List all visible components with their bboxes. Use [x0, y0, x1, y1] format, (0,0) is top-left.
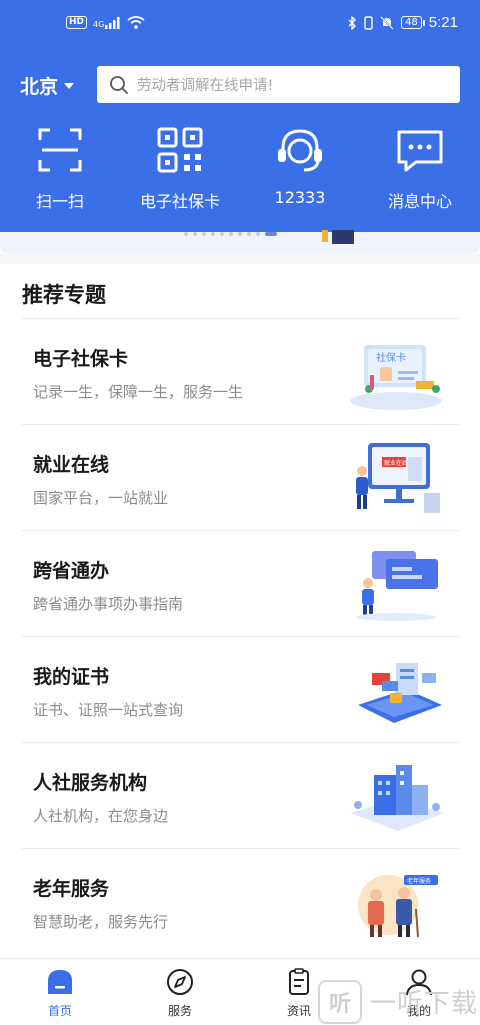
signal-label: 4G: [93, 19, 105, 29]
topic-employment[interactable]: 就业在线 国家平台，一站就业 就业在线: [22, 425, 462, 531]
tab-services[interactable]: 服务: [140, 967, 220, 1019]
topic-title: 电子社保卡: [33, 348, 129, 370]
search-placeholder: 劳动者调解在线申请!: [137, 78, 274, 94]
news-icon: [289, 968, 309, 995]
section-divider: [0, 254, 480, 264]
carousel-dot: [211, 232, 215, 236]
topic-desc: 跨省通办事项办事指南: [33, 595, 184, 613]
carousel-dot: [247, 232, 251, 236]
quick-nav-hotline[interactable]: 12333: [240, 124, 360, 207]
city-label: 北京: [20, 76, 59, 98]
quick-nav-label: 消息中心: [387, 192, 452, 211]
social-card-illustration: 社保卡: [350, 345, 442, 410]
service-agencies-illustration: [350, 765, 444, 831]
tab-label: 首页: [47, 1004, 72, 1018]
banner-illustration: [322, 230, 354, 244]
header: HD 4G 48 5:21 北京 劳动者调解在线申请! 扫一扫 电子社保卡 12…: [0, 0, 480, 232]
message-icon: [397, 130, 443, 172]
topic-title: 人社服务机构: [33, 772, 148, 794]
compass-icon: [167, 969, 193, 995]
carousel-dot: [184, 232, 188, 236]
topic-desc: 国家平台，一站就业: [33, 489, 169, 507]
city-selector[interactable]: 北京: [20, 72, 75, 99]
tab-home[interactable]: 首页: [20, 967, 100, 1019]
elderly-services-illustration: 老年服务: [358, 875, 438, 938]
carousel-dot: [256, 232, 260, 236]
quick-nav-label: 电子社保卡: [139, 192, 220, 211]
employment-illustration: 就业在线: [356, 443, 440, 513]
quick-nav-label: 扫一扫: [35, 192, 84, 211]
scan-icon: [38, 128, 82, 172]
status-bar: HD 4G 48 5:21: [0, 12, 480, 42]
social-card-image-text: 社保卡: [376, 351, 406, 364]
topic-service-agencies[interactable]: 人社服务机构 人社机构，在您身边: [22, 743, 462, 849]
signal-icon: 4G: [93, 16, 121, 29]
topic-desc: 证书、证照一站式查询: [33, 701, 184, 719]
watermark-text: 一听下载: [370, 989, 479, 1019]
topic-title: 我的证书: [33, 666, 110, 688]
signal-bars-icon: [105, 16, 120, 29]
topic-desc: 记录一生，保障一生，服务一生: [33, 383, 244, 401]
carousel-dot: [193, 232, 197, 236]
home-icon: [48, 970, 72, 994]
topic-desc: 人社机构，在您身边: [33, 807, 169, 825]
status-right: 48 5:21: [347, 14, 458, 31]
qr-code-icon: [157, 127, 203, 173]
section-title: 推荐专题: [22, 283, 106, 307]
topic-title: 老年服务: [33, 878, 110, 900]
status-time: 5:21: [428, 14, 458, 31]
tab-label: 服务: [167, 1004, 192, 1018]
carousel-dots: [184, 232, 277, 236]
watermark-logo: 听: [318, 979, 362, 1024]
carousel-dot: [238, 232, 242, 236]
bluetooth-icon: [348, 15, 357, 30]
chevron-down-icon: [64, 82, 75, 89]
battery-indicator: 48: [401, 16, 425, 29]
status-left: HD 4G: [66, 16, 145, 29]
quick-nav-label: 12333: [274, 188, 326, 207]
carousel-dot: [220, 232, 224, 236]
cross-province-illustration: [356, 551, 438, 621]
quick-nav: 扫一扫 电子社保卡 12333 消息中心: [0, 124, 480, 216]
mute-bell-icon: [380, 15, 394, 30]
topic-desc: 智慧助老，服务先行: [33, 913, 169, 931]
search-input[interactable]: 劳动者调解在线申请!: [97, 66, 460, 103]
carousel-dot: [202, 232, 206, 236]
wifi-icon: [127, 16, 145, 29]
headset-icon: [278, 129, 322, 172]
banner-carousel[interactable]: [0, 230, 480, 254]
quick-nav-social-card[interactable]: 电子社保卡: [120, 124, 240, 212]
quick-nav-scan[interactable]: 扫一扫: [0, 124, 120, 212]
search-icon: [110, 75, 128, 94]
carousel-dot-active: [265, 232, 277, 236]
topic-elderly-services[interactable]: 老年服务 智慧助老，服务先行 老年服务: [22, 849, 462, 955]
quick-nav-messages[interactable]: 消息中心: [360, 124, 480, 212]
employment-image-text: 就业在线: [384, 459, 408, 467]
topic-certificates[interactable]: 我的证书 证书、证照一站式查询: [22, 637, 462, 743]
watermark: 听 一听下载: [318, 978, 480, 1025]
topic-title: 跨省通办: [33, 560, 110, 582]
topic-social-card[interactable]: 电子社保卡 记录一生，保障一生，服务一生 社保卡: [22, 319, 462, 425]
carousel-dot: [229, 232, 233, 236]
hd-badge: HD: [66, 16, 88, 29]
certificates-illustration: [358, 663, 442, 723]
topic-cross-province[interactable]: 跨省通办 跨省通办事项办事指南: [22, 531, 462, 637]
vibrate-icon: [364, 15, 373, 30]
topic-title: 就业在线: [33, 454, 110, 476]
elderly-image-text: 老年服务: [407, 877, 431, 885]
